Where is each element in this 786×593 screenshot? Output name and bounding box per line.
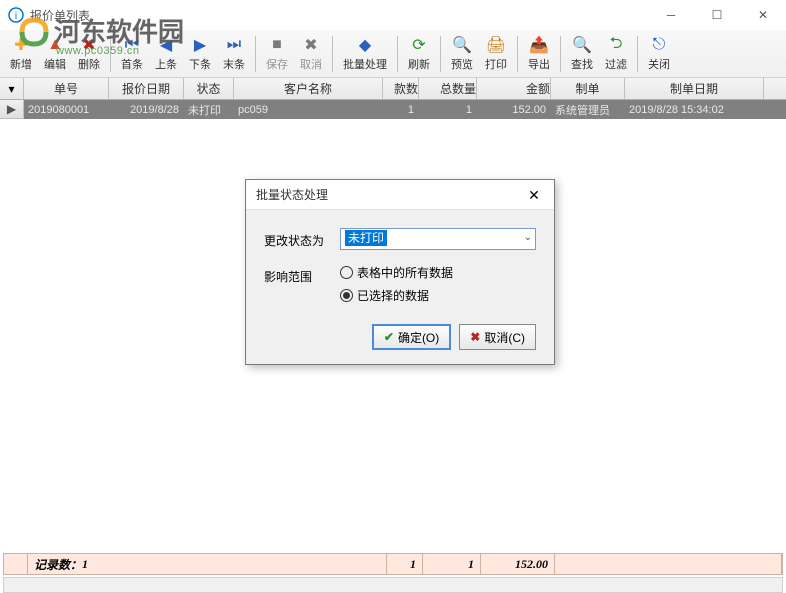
ok-button[interactable]: ✔确定(O) xyxy=(372,324,451,350)
radio-icon xyxy=(340,289,353,302)
radio-icon xyxy=(340,266,353,279)
cross-icon: ✖ xyxy=(470,330,480,344)
scope-all-radio[interactable]: 表格中的所有数据 xyxy=(340,264,453,281)
dialog-close-button[interactable]: ✕ xyxy=(520,184,548,206)
dialog-overlay: 批量状态处理 ✕ 更改状态为 未打印 ⌄ 影响范围 表格中的所有数据 已选择的数… xyxy=(0,0,786,593)
dialog-cancel-button[interactable]: ✖取消(C) xyxy=(459,324,536,350)
batch-status-dialog: 批量状态处理 ✕ 更改状态为 未打印 ⌄ 影响范围 表格中的所有数据 已选择的数… xyxy=(245,179,555,365)
status-select[interactable]: 未打印 ⌄ xyxy=(340,228,536,250)
scope-label: 影响范围 xyxy=(264,264,340,285)
change-status-label: 更改状态为 xyxy=(264,228,340,249)
scope-selected-radio[interactable]: 已选择的数据 xyxy=(340,287,453,304)
status-select-value: 未打印 xyxy=(345,230,387,246)
check-icon: ✔ xyxy=(384,330,394,344)
chevron-down-icon: ⌄ xyxy=(524,232,532,243)
dialog-title: 批量状态处理 xyxy=(246,180,554,210)
